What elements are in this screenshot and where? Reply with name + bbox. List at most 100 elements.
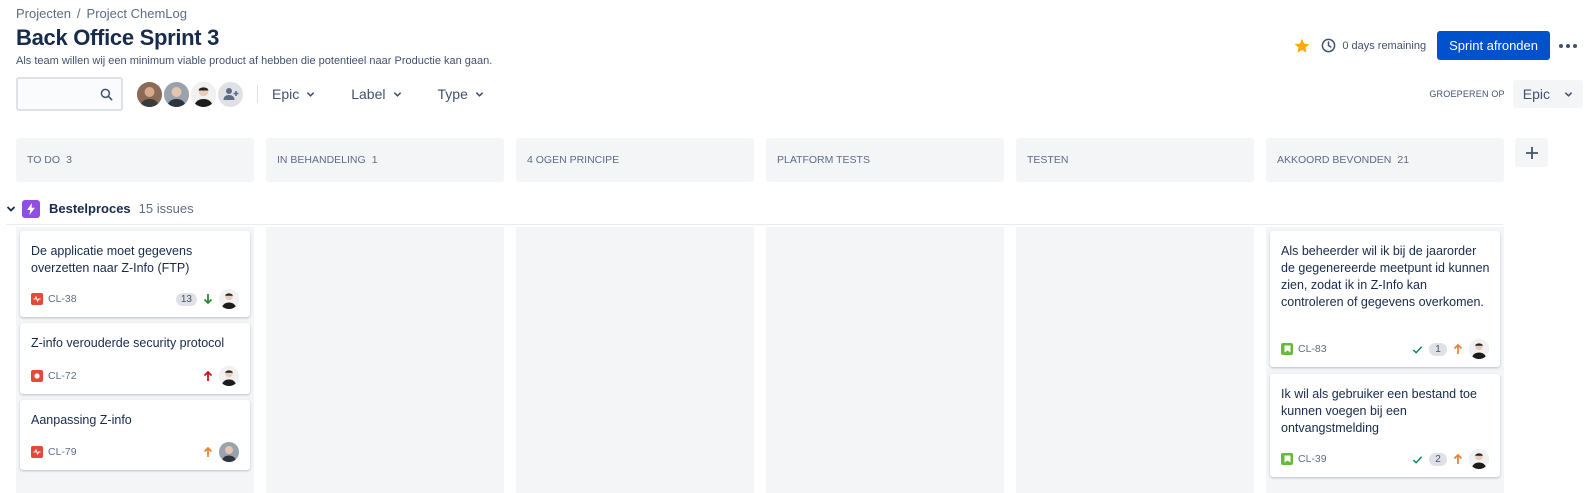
group-by: GROEPEREN OP Epic (1429, 80, 1583, 108)
priority-medium-icon (1453, 453, 1463, 464)
group-by-label: GROEPEREN OP (1429, 89, 1505, 99)
epic-filter-label: Epic (272, 86, 300, 102)
issue-card[interactable]: De applicatie moet gegevens overzetten n… (20, 231, 250, 317)
divider (257, 85, 258, 103)
label-filter-label: Label (351, 86, 386, 102)
more-icon (1559, 43, 1577, 48)
add-people-button[interactable] (216, 79, 245, 109)
assignee-avatar[interactable] (219, 442, 239, 462)
group-by-value: Epic (1522, 86, 1550, 102)
avatar[interactable] (189, 79, 218, 109)
story-icon (1281, 343, 1293, 355)
type-filter-dropdown[interactable]: Type (438, 86, 484, 102)
card-footer: CL-72 (31, 366, 239, 386)
card-meta: 2 (1412, 449, 1489, 469)
card-title: Als beheerder wil ik bij de jaarorder de… (1281, 244, 1490, 309)
chevron-down-icon (307, 91, 315, 97)
column-header-todo[interactable]: TO DO 3 (16, 138, 254, 182)
swimlane-title: Bestelproces (49, 201, 131, 216)
column-count: 21 (1397, 154, 1410, 166)
card-meta: 1 (1412, 339, 1489, 359)
label-filter-dropdown[interactable]: Label (351, 86, 401, 102)
card-meta (203, 442, 239, 462)
assignee-avatar[interactable] (219, 289, 239, 309)
check-icon (1412, 455, 1423, 464)
assignee-avatar[interactable] (1469, 449, 1489, 469)
epic-filter-dropdown[interactable]: Epic (272, 86, 315, 102)
card-title: Ik wil als gebruiker een bestand toe kun… (1281, 387, 1477, 435)
bug-icon (31, 293, 43, 305)
issue-card[interactable]: Ik wil als gebruiker een bestand toe kun… (1270, 374, 1500, 477)
avatar[interactable] (162, 79, 191, 109)
epic-icon (22, 199, 40, 218)
swimlane-count: 15 issues (138, 201, 194, 216)
column-body-testing (1016, 227, 1254, 493)
column-count: 1 (371, 154, 378, 166)
card-footer: CL-39 2 (1281, 449, 1489, 469)
star-icon[interactable] (1293, 37, 1311, 55)
card-footer: CL-38 13 (31, 289, 239, 309)
add-column-button[interactable] (1515, 138, 1548, 167)
issue-key[interactable]: CL-83 (1298, 343, 1327, 355)
story-points-badge: 13 (175, 292, 197, 306)
issue-key[interactable]: CL-39 (1298, 453, 1327, 465)
issue-card[interactable]: Z-info verouderde security protocol CL-7… (20, 323, 250, 394)
column-body-platform-tests (766, 227, 1004, 493)
card-footer: CL-83 1 (1281, 339, 1489, 359)
search-input[interactable] (16, 77, 123, 111)
column-header-approved[interactable]: AKKOORD BEVONDEN 21 (1266, 138, 1504, 182)
column-name: TESTEN (1027, 154, 1069, 166)
card-title: De applicatie moet gegevens overzetten n… (31, 244, 193, 275)
swimlane-header[interactable]: Bestelproces 15 issues (6, 193, 1503, 225)
assignee-avatar[interactable] (219, 366, 239, 386)
chevron-down-icon (1564, 91, 1573, 97)
bug-icon (31, 446, 43, 458)
column-name: IN BEHANDELING (277, 154, 366, 166)
breadcrumb-separator: / (76, 6, 81, 21)
breadcrumb: Projecten / Project ChemLog (16, 6, 187, 21)
column-header-in-progress[interactable]: IN BEHANDELING 1 (266, 138, 504, 182)
column-count: 3 (66, 154, 72, 166)
issue-card[interactable]: Als beheerder wil ik bij de jaarorder de… (1270, 231, 1500, 367)
column-name: TO DO (27, 154, 61, 166)
column-body-four-eyes (516, 227, 754, 493)
filter-bar: Epic Label Type GROEPEREN OP Epic (16, 76, 1583, 112)
issue-key[interactable]: CL-38 (48, 293, 77, 305)
card-title: Aanpassing Z-info (31, 413, 132, 427)
assignee-avatar[interactable] (1469, 339, 1489, 359)
story-icon (1281, 453, 1293, 465)
days-remaining: 0 days remaining (1342, 39, 1427, 52)
more-actions-button[interactable] (1553, 31, 1583, 60)
column-header-testing[interactable]: TESTEN (1016, 138, 1254, 182)
column-header-four-eyes[interactable]: 4 OGEN PRINCIPE (516, 138, 754, 182)
priority-medium-icon (1453, 343, 1463, 354)
column-name: 4 OGEN PRINCIPE (527, 154, 620, 166)
story-points-badge: 2 (1429, 452, 1447, 466)
blocker-icon (31, 370, 43, 382)
priority-highest-icon (203, 370, 213, 381)
breadcrumb-projects[interactable]: Projecten (16, 6, 71, 21)
avatar[interactable] (135, 79, 164, 109)
issue-key[interactable]: CL-72 (48, 370, 77, 382)
priority-low-icon (203, 294, 213, 305)
chevron-down-icon[interactable] (6, 204, 16, 214)
issue-key[interactable]: CL-79 (48, 446, 77, 458)
sprint-goal: Als team willen wij een minimum viable p… (16, 55, 493, 67)
card-title: Z-info verouderde security protocol (31, 336, 225, 350)
complete-sprint-button[interactable]: Sprint afronden (1437, 31, 1550, 60)
breadcrumb-project[interactable]: Project ChemLog (87, 6, 187, 21)
header-actions: 0 days remaining Sprint afronden (1293, 31, 1583, 60)
chevron-down-icon (475, 91, 484, 97)
search-icon (100, 88, 113, 101)
column-body-in-progress (266, 227, 504, 493)
card-meta (203, 366, 239, 386)
group-by-select[interactable]: Epic (1512, 80, 1583, 108)
column-header-platform-tests[interactable]: PLATFORM TESTS (766, 138, 1004, 182)
card-footer: CL-79 (31, 442, 239, 462)
check-icon (1412, 345, 1423, 354)
card-meta: 13 (175, 289, 239, 309)
chevron-down-icon (393, 91, 401, 97)
assignee-avatars (135, 79, 245, 109)
clock-icon (1321, 38, 1336, 53)
issue-card[interactable]: Aanpassing Z-info CL-79 (20, 400, 250, 470)
